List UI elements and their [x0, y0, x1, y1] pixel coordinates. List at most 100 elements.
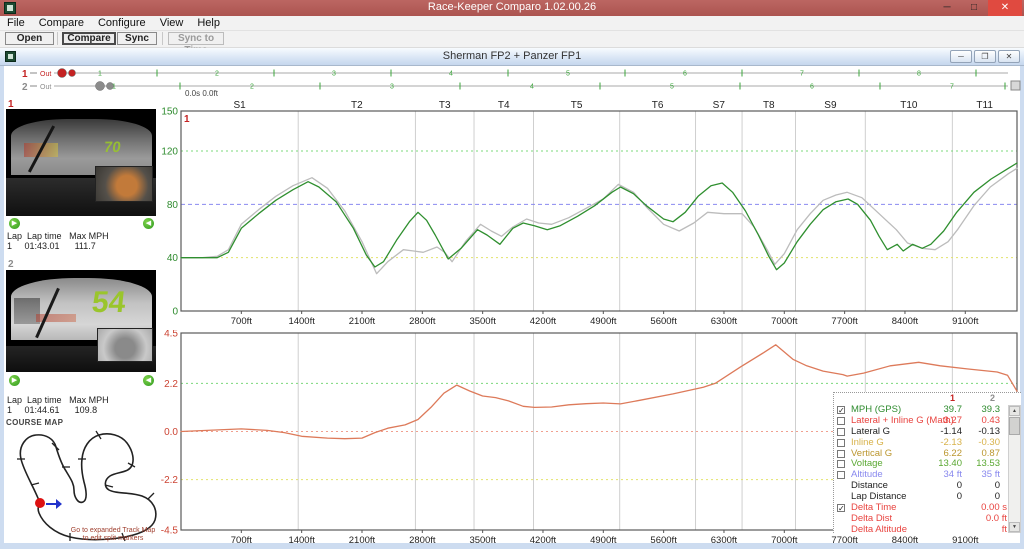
- legend-row-inline-g: Inline G -2.13 -0.30: [834, 436, 1021, 449]
- play-button-2[interactable]: ▶: [9, 375, 20, 386]
- lap-number: 6: [683, 71, 687, 78]
- legend-col1-icon: 1: [949, 393, 955, 403]
- timeline-handle[interactable]: [68, 69, 76, 77]
- driver-cam-pip: [95, 166, 153, 202]
- x-tick-label: 2800ft: [409, 316, 436, 327]
- x-tick-label: 6300ft: [711, 316, 738, 327]
- lap-number: 1: [112, 84, 116, 91]
- timeline-stream-icon: 2: [22, 82, 28, 93]
- timeline-handle[interactable]: [95, 81, 105, 91]
- menu-item-help[interactable]: Help: [190, 16, 227, 30]
- direction-arrow: [46, 499, 62, 509]
- legend-checkbox[interactable]: [837, 471, 845, 480]
- menu-item-configure[interactable]: Configure: [91, 16, 153, 30]
- legend-checkbox[interactable]: [837, 460, 845, 469]
- legend-checkbox[interactable]: [837, 416, 845, 425]
- compare-button[interactable]: Compare: [62, 32, 116, 45]
- toolbar: Open CompareSync Sync to Time: [0, 31, 1024, 56]
- scroll-up-icon[interactable]: ▲: [1009, 406, 1020, 416]
- document-titlebar: Sherman FP2 + Panzer FP1 ─ ❐ ✕: [0, 48, 1024, 66]
- x-tick-label: 9100ft: [952, 316, 979, 327]
- lap-number: 7: [800, 71, 804, 78]
- play-button-1[interactable]: ▶: [9, 218, 20, 229]
- x-tick-label: 5600ft: [650, 316, 677, 327]
- x-tick-label: 7700ft: [831, 535, 858, 546]
- section-label-T6: T6: [652, 100, 664, 111]
- timeline-stream-icon: 1: [22, 69, 28, 80]
- maximize-button[interactable]: □: [962, 0, 986, 16]
- video-thumbnail-2[interactable]: 54: [6, 270, 156, 372]
- app-window: Race-Keeper Comparo 1.02.00.26 ─ □ ✕ Fil…: [0, 0, 1024, 549]
- section-label-T2: T2: [351, 100, 363, 111]
- legend-scrollbar[interactable]: ▲ ▼: [1008, 405, 1021, 533]
- x-tick-label: 7000ft: [771, 535, 798, 546]
- menu-item-compare[interactable]: Compare: [32, 16, 91, 30]
- timeline-handle[interactable]: [57, 68, 67, 78]
- legend-value: ft: [1001, 523, 1007, 533]
- window-title: Race-Keeper Comparo 1.02.00.26: [427, 1, 597, 13]
- legend-col2-icon: 2: [989, 393, 995, 403]
- timeline-options-icon[interactable]: [1010, 80, 1021, 91]
- menu-item-file[interactable]: File: [0, 16, 32, 30]
- car-number-overlay: 70: [102, 139, 122, 156]
- legend-checkbox[interactable]: ✓: [837, 406, 845, 415]
- course-map-label: COURSE MAP: [6, 418, 64, 427]
- doc-minimize-button[interactable]: ─: [950, 50, 972, 63]
- scrollbar-thumb[interactable]: [1009, 417, 1020, 435]
- position-marker: [35, 498, 45, 508]
- x-tick-label: 4900ft: [590, 316, 617, 327]
- lap-table-header-2: Lap Lap time Max MPH: [7, 395, 109, 405]
- driver-cam-pip: [97, 328, 153, 362]
- legend-checkbox[interactable]: [837, 449, 845, 458]
- section-label-T8: T8: [763, 100, 775, 111]
- lap-table-header-1: Lap Lap time Max MPH: [7, 231, 109, 241]
- section-label-T10: T10: [900, 100, 918, 111]
- doc-restore-button[interactable]: ❐: [974, 50, 996, 63]
- x-tick-label: 8400ft: [892, 535, 919, 546]
- section-label-S1: S1: [233, 100, 246, 111]
- lap-table-row-1: 1 01:43.01 111.7: [7, 241, 96, 251]
- y-tick-label: 2.2: [164, 379, 178, 390]
- menubar: File Compare Configure View Help: [0, 16, 1024, 31]
- legend-label: Inline G: [851, 436, 884, 448]
- sync-button[interactable]: Sync: [117, 32, 157, 45]
- x-tick-label: 700ft: [231, 535, 252, 546]
- legend-value-1: 0: [956, 491, 962, 503]
- minimize-button[interactable]: ─: [934, 0, 960, 16]
- section-label-S7: S7: [713, 100, 726, 111]
- scroll-down-icon[interactable]: ▼: [1009, 522, 1020, 532]
- lap-number: 4: [530, 84, 534, 91]
- x-tick-label: 1400ft: [288, 535, 315, 546]
- legend-checkbox[interactable]: ✓: [837, 504, 845, 513]
- cursor-readout: 0.0s 0.0ft: [185, 89, 218, 98]
- car-number-overlay: 54: [90, 286, 128, 319]
- x-tick-label: 2100ft: [349, 316, 376, 327]
- menu-item-view[interactable]: View: [153, 16, 191, 30]
- x-tick-label: 6300ft: [711, 535, 738, 546]
- timeline-row-1[interactable]: 1 Out 1 2 3 4 5 6 7 8: [22, 68, 1008, 81]
- legend-checkbox[interactable]: [837, 427, 845, 436]
- doc-close-button[interactable]: ✕: [998, 50, 1020, 63]
- legend-value-2: -0.30: [978, 436, 1000, 448]
- y-tick-label: 120: [161, 147, 178, 158]
- video-thumbnail-1[interactable]: 70: [6, 109, 156, 216]
- audio-button-2[interactable]: ◀: [143, 375, 154, 386]
- open-button[interactable]: Open: [5, 32, 54, 45]
- course-map-note: Go to expanded Track Map to edit split m…: [70, 527, 156, 542]
- audio-button-1[interactable]: ◀: [143, 218, 154, 229]
- lap-timelines[interactable]: 1 Out 1 2 3 4 5 6 7 82 Out 1 2 3 4 5 6 7: [0, 66, 1024, 98]
- legend-checkbox[interactable]: [837, 438, 845, 447]
- timeline-row-2[interactable]: 2 Out 1 2 3 4 5 6 7: [22, 81, 1008, 94]
- track-outline: [19, 433, 157, 541]
- speed-chart[interactable]: S1 T2 T3 T4 T5 T6 S7 T8 S9 T10 T11 150 120 80 40 0 700ft…: [160, 98, 1022, 330]
- timeline-out-label: Out: [40, 84, 51, 91]
- x-tick-label: 7000ft: [771, 316, 798, 327]
- sync-to-time-button: Sync to Time: [168, 32, 224, 56]
- titlebar: Race-Keeper Comparo 1.02.00.26 ─ □ ✕: [0, 0, 1024, 16]
- lap-number: 1: [98, 71, 102, 78]
- y-tick-label: 4.5: [164, 330, 178, 340]
- section-label-T4: T4: [498, 100, 510, 111]
- close-button[interactable]: ✕: [988, 0, 1022, 16]
- y-tick-label: -4.5: [161, 526, 179, 537]
- lap-number: 8: [917, 71, 921, 78]
